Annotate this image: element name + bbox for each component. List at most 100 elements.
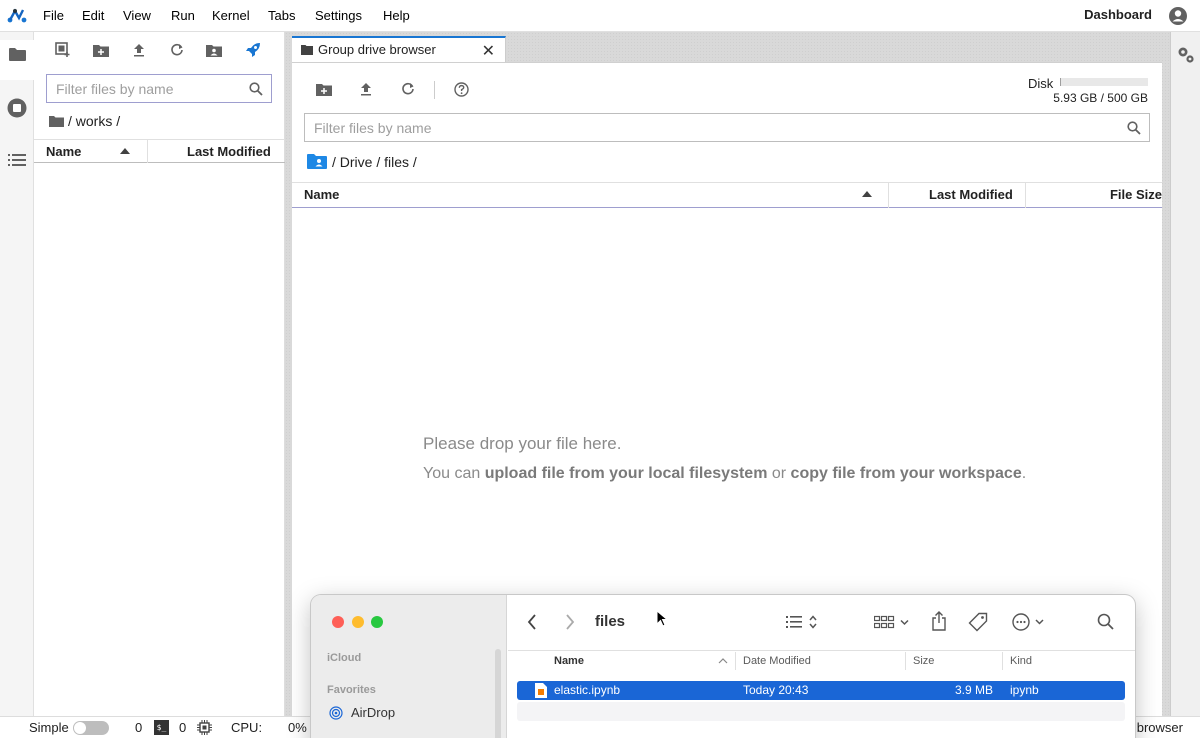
disk-usage-bar [1060, 78, 1148, 86]
terminal-count[interactable]: 0 [135, 720, 142, 735]
finder-section-icloud: iCloud [327, 652, 362, 664]
main-col-size[interactable]: File Size [1110, 187, 1162, 202]
finder-col-size[interactable]: Size [913, 655, 934, 667]
right-sidebar [1170, 32, 1200, 716]
cpu-value: 0% [288, 720, 307, 735]
drop-zone-hint: You can upload file from your local file… [423, 465, 1026, 483]
drop-hint-pre: You can [423, 465, 485, 482]
finder-col-name[interactable]: Name [554, 655, 584, 667]
search-icon [249, 81, 263, 96]
new-folder-icon[interactable] [91, 40, 111, 60]
property-inspector-icon[interactable] [1176, 45, 1196, 65]
menu-bar: File Edit View Run Kernel Tabs Settings … [0, 0, 1200, 32]
drop-hint-mid: or [767, 465, 791, 482]
kernel-count[interactable]: 0 [179, 720, 186, 735]
new-folder-icon[interactable] [314, 79, 334, 99]
disk-usage-fill [1060, 78, 1062, 86]
finder-sidebar-scrollbar[interactable] [495, 649, 501, 738]
menu-kernel[interactable]: Kernel [212, 8, 250, 23]
tab-title: Group drive browser [318, 42, 436, 57]
finder-col-date[interactable]: Date Modified [743, 655, 811, 667]
list-view-icon[interactable] [786, 614, 822, 630]
tab-close-icon[interactable]: ✕ [482, 41, 495, 61]
copy-workspace-link[interactable]: copy file from your workspace [791, 465, 1022, 482]
search-icon[interactable] [1097, 613, 1114, 630]
more-actions-icon[interactable] [1012, 613, 1048, 631]
notebook-file-icon [535, 683, 547, 698]
drop-hint-end: . [1021, 465, 1027, 482]
chevron-up-icon[interactable] [718, 658, 728, 664]
finder-sidebar-airdrop[interactable]: AirDrop [351, 705, 395, 720]
toolbar-separator [434, 81, 435, 99]
cpu-chip-icon [197, 720, 212, 735]
user-avatar-icon[interactable] [1168, 6, 1188, 26]
side-search-input[interactable]: Filter files by name [46, 74, 272, 103]
dashboard-link[interactable]: Dashboard [1084, 7, 1152, 22]
terminal-icon[interactable]: $_ [154, 720, 169, 735]
finder-file-name: elastic.ipynb [554, 683, 621, 697]
tag-icon[interactable] [968, 612, 988, 632]
menu-run[interactable]: Run [171, 8, 195, 23]
simple-mode-label: Simple [29, 720, 69, 735]
forward-icon[interactable] [565, 614, 575, 630]
shared-folder-icon[interactable] [204, 40, 224, 60]
zoom-window-button[interactable] [371, 616, 383, 628]
new-launcher-icon[interactable] [53, 40, 73, 60]
side-col-name[interactable]: Name [46, 144, 81, 159]
share-icon[interactable] [931, 611, 947, 631]
disk-label: Disk [1028, 76, 1054, 91]
finder-col-kind[interactable]: Kind [1010, 655, 1032, 667]
toc-icon[interactable] [8, 153, 26, 167]
main-column-header [292, 182, 1162, 208]
help-icon[interactable] [451, 79, 471, 99]
upload-local-link[interactable]: upload file from your local filesystem [485, 465, 768, 482]
menu-tabs[interactable]: Tabs [268, 8, 295, 23]
main-col-name[interactable]: Name [304, 187, 339, 202]
menu-edit[interactable]: Edit [82, 8, 104, 23]
cpu-label: CPU: [231, 720, 263, 735]
finder-empty-row [517, 702, 1125, 721]
drive-folder-icon[interactable] [307, 153, 327, 169]
drop-zone-title: Please drop your file here. [423, 434, 622, 453]
refresh-icon[interactable] [398, 79, 418, 99]
group-by-icon[interactable] [874, 614, 910, 630]
airdrop-icon [329, 706, 343, 720]
folder-icon[interactable] [9, 47, 26, 61]
tab-group-drive-browser[interactable]: Group drive browser ✕ [292, 36, 506, 62]
sort-asc-icon[interactable] [862, 191, 872, 197]
upload-icon[interactable] [129, 40, 149, 60]
menu-view[interactable]: View [123, 8, 151, 23]
minimize-window-button[interactable] [352, 616, 364, 628]
refresh-icon[interactable] [167, 40, 187, 60]
finder-folder-title: files [595, 613, 626, 630]
menu-help[interactable]: Help [383, 8, 410, 23]
main-col-modified[interactable]: Last Modified [929, 187, 1013, 202]
back-icon[interactable] [527, 614, 537, 630]
menu-settings[interactable]: Settings [315, 8, 362, 23]
col-divider [1002, 652, 1003, 670]
side-breadcrumb-folder-icon[interactable] [49, 115, 64, 127]
activity-bar [0, 32, 34, 716]
main-breadcrumb[interactable]: / Drive / files / [332, 154, 417, 170]
running-icon[interactable] [7, 98, 27, 118]
finder-file-kind: ipynb [1010, 683, 1039, 697]
simple-mode-toggle[interactable] [73, 721, 109, 735]
side-breadcrumb[interactable]: / works / [68, 113, 120, 129]
finder-section-favorites: Favorites [327, 684, 376, 696]
sort-asc-icon[interactable] [120, 148, 130, 154]
close-window-button[interactable] [332, 616, 344, 628]
app-logo-icon[interactable] [6, 6, 28, 26]
col-divider [735, 652, 736, 670]
main-search-placeholder: Filter files by name [314, 119, 432, 136]
menu-file[interactable]: File [43, 8, 64, 23]
disk-usage-text: 5.93 GB / 500 GB [1053, 91, 1148, 105]
main-search-input[interactable]: Filter files by name [304, 113, 1150, 142]
finder-file-date: Today 20:43 [743, 683, 809, 697]
upload-icon[interactable] [356, 79, 376, 99]
rocket-icon[interactable] [243, 40, 263, 60]
col-divider [147, 139, 148, 163]
finder-window: iCloud Favorites AirDrop files Name Date… [311, 595, 1135, 738]
toggle-knob [74, 722, 86, 734]
finder-sidebar: iCloud Favorites AirDrop [311, 595, 507, 738]
side-col-modified[interactable]: Last Modified [187, 144, 271, 159]
